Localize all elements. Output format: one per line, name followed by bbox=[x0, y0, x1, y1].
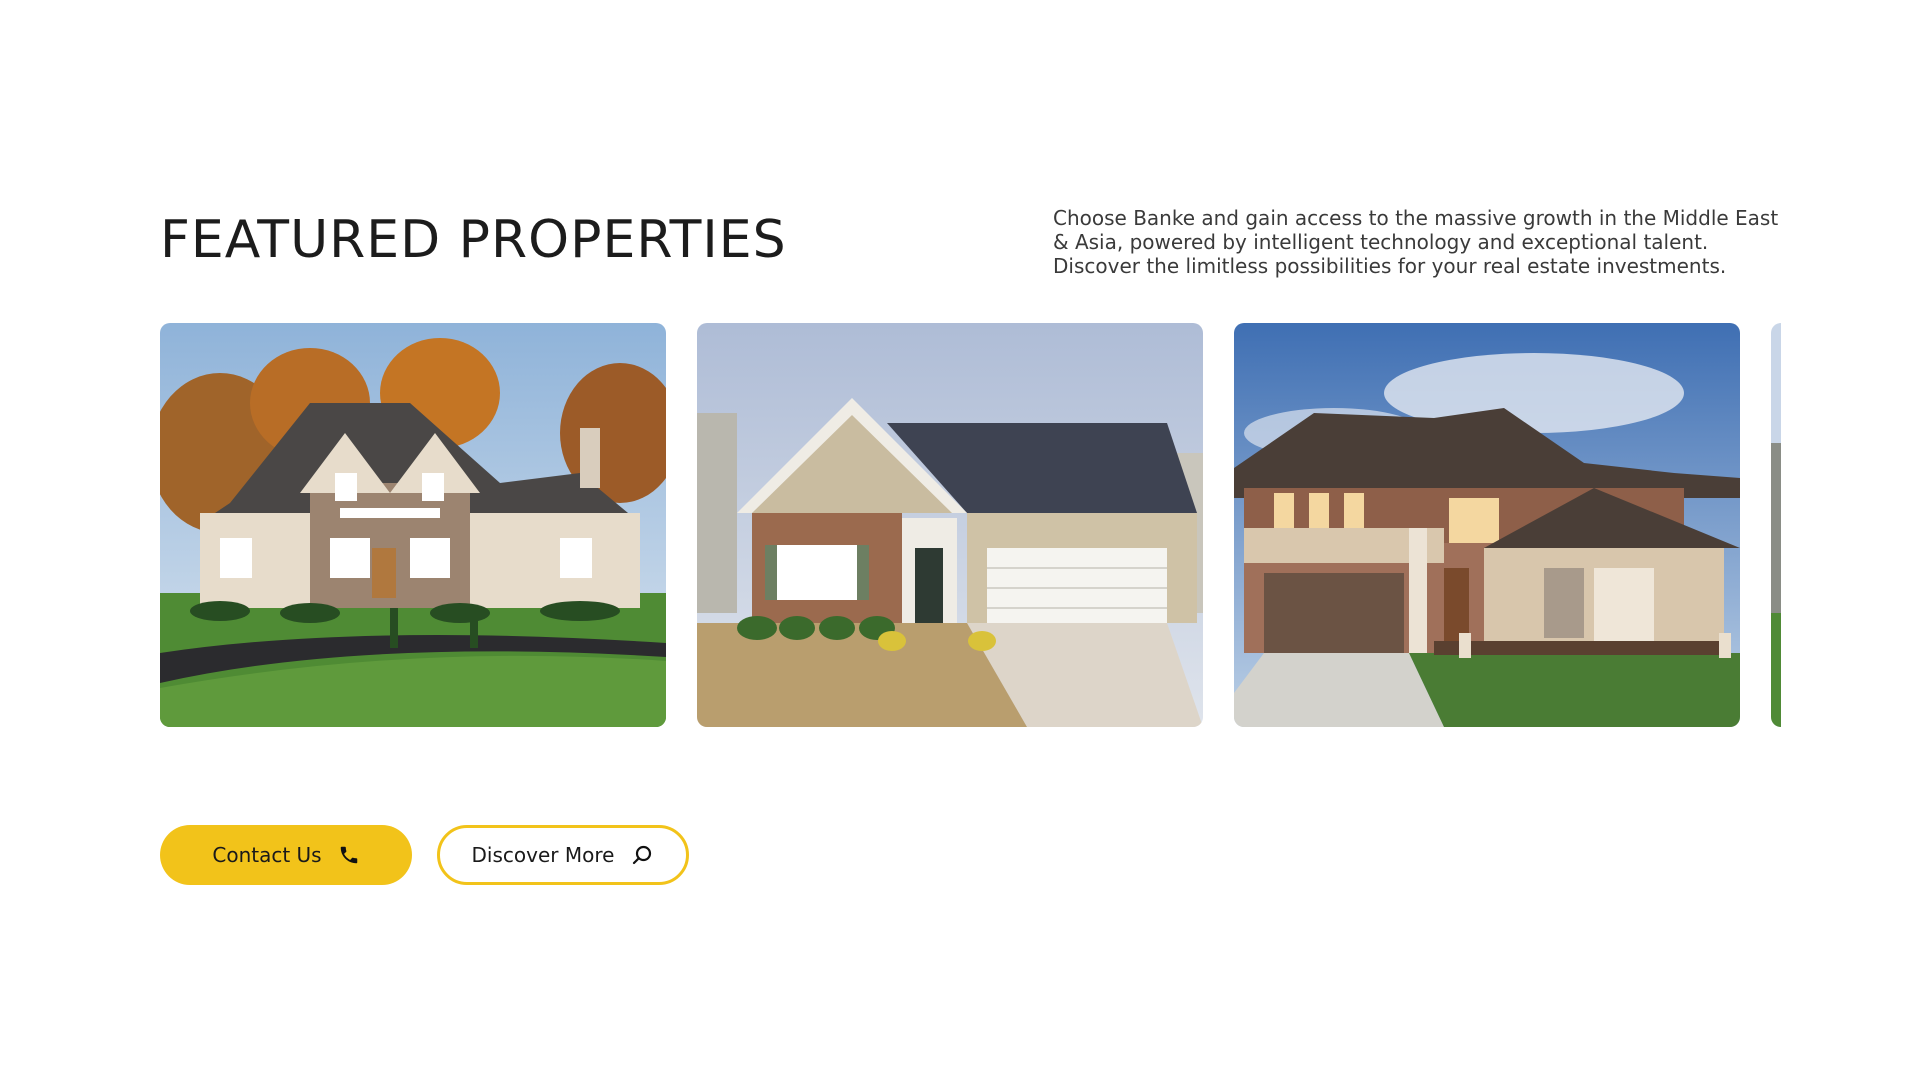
section-intro: Choose Banke and gain access to the mass… bbox=[1053, 206, 1779, 278]
phone-icon bbox=[338, 844, 360, 866]
property-carousel[interactable] bbox=[160, 323, 1781, 727]
property-card-1[interactable] bbox=[160, 323, 666, 727]
property-card-3[interactable] bbox=[1234, 323, 1740, 727]
contact-us-label: Contact Us bbox=[212, 843, 322, 867]
property-image-3 bbox=[1234, 323, 1740, 727]
search-icon bbox=[630, 843, 654, 867]
property-image-2 bbox=[697, 323, 1203, 727]
discover-more-label: Discover More bbox=[471, 843, 615, 867]
section-title: FEATURED PROPERTIES bbox=[160, 210, 787, 270]
discover-more-button[interactable]: Discover More bbox=[437, 825, 689, 885]
property-card-4[interactable] bbox=[1771, 323, 1781, 727]
property-image-4 bbox=[1771, 323, 1781, 727]
property-image-1 bbox=[160, 323, 666, 727]
property-card-2[interactable] bbox=[697, 323, 1203, 727]
contact-us-button[interactable]: Contact Us bbox=[160, 825, 412, 885]
featured-properties-section: FEATURED PROPERTIES Choose Banke and gai… bbox=[0, 0, 1920, 1080]
